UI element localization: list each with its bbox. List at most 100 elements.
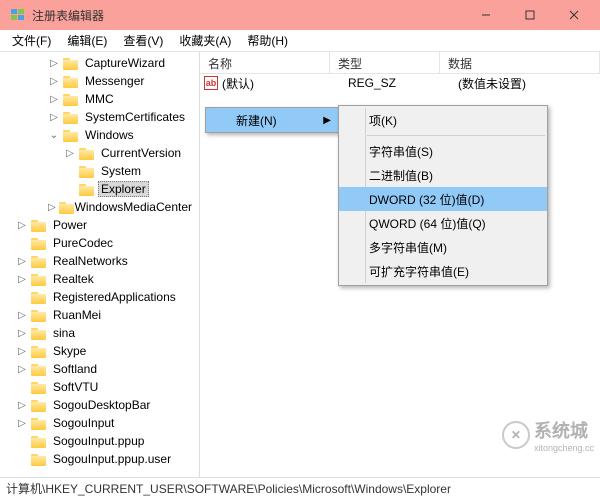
context-menu-label: 二进制值(B) — [369, 167, 433, 184]
tree-item-label: SogouInput.ppup — [50, 434, 147, 448]
menu-favorites[interactable]: 收藏夹(A) — [171, 30, 239, 51]
tree-item[interactable]: ⌄Windows — [0, 126, 199, 144]
tree-item-label: Messenger — [82, 74, 147, 88]
menu-view[interactable]: 查看(V) — [115, 30, 171, 51]
folder-icon — [79, 147, 95, 160]
tree-item-label: RuanMei — [50, 308, 104, 322]
value-name: (默认) — [222, 75, 344, 92]
menubar: 文件(F) 编辑(E) 查看(V) 收藏夹(A) 帮助(H) — [0, 30, 600, 52]
tree-item[interactable]: ▷ CaptureWizard — [0, 54, 199, 72]
tree-item-label: Realtek — [50, 272, 97, 286]
context-menu-label: 可扩充字符串值(E) — [369, 263, 469, 280]
tree-item[interactable]: RegisteredApplications — [0, 288, 199, 306]
tree-expander-icon[interactable]: ▷ — [16, 418, 28, 429]
context-menu-item[interactable]: 项(K) — [339, 108, 547, 132]
tree-expander-icon[interactable]: ▷ — [48, 112, 60, 123]
tree-item-label: Explorer — [98, 181, 149, 197]
tree-item[interactable]: ▷ SogouInput — [0, 414, 199, 432]
context-menu-primary: 新建(N) ▶ — [205, 107, 340, 133]
tree-expander-icon[interactable]: ▷ — [16, 256, 28, 267]
tree-expander-icon[interactable]: ▷ — [48, 202, 56, 213]
menu-file[interactable]: 文件(F) — [4, 30, 59, 51]
list-row[interactable]: ab (默认) REG_SZ (数值未设置) — [200, 74, 600, 92]
tree-item[interactable]: ▷ Realtek — [0, 270, 199, 288]
tree-item[interactable]: ▷sina — [0, 324, 199, 342]
tree-item[interactable]: SoftVTU — [0, 378, 199, 396]
tree-item[interactable]: ▷SogouDesktopBar — [0, 396, 199, 414]
tree-item-label: SoftVTU — [50, 380, 101, 394]
folder-icon — [79, 183, 95, 196]
tree-item[interactable]: ▷ MMC — [0, 90, 199, 108]
menu-help[interactable]: 帮助(H) — [239, 30, 296, 51]
tree-item[interactable]: ▷ Softland — [0, 360, 199, 378]
tree-item-label: RegisteredApplications — [50, 290, 179, 304]
statusbar: 计算机\HKEY_CURRENT_USER\SOFTWARE\Policies\… — [0, 477, 600, 499]
tree-expander-icon[interactable]: ▷ — [48, 76, 60, 87]
tree-item-label: SogouInput — [50, 416, 117, 430]
tree-item[interactable]: ▷RealNetworks — [0, 252, 199, 270]
list-pane: 名称 类型 数据 ab (默认) REG_SZ (数值未设置) 新建(N) ▶ … — [200, 52, 600, 477]
tree-item[interactable]: ▷ SystemCertificates — [0, 108, 199, 126]
folder-icon — [31, 381, 47, 394]
tree-expander-icon[interactable]: ▷ — [16, 364, 28, 375]
tree-item[interactable]: ▷ Power — [0, 216, 199, 234]
tree-item-label: MMC — [82, 92, 117, 106]
tree-item[interactable]: System — [0, 162, 199, 180]
folder-icon — [79, 165, 95, 178]
tree-expander-icon[interactable]: ▷ — [16, 328, 28, 339]
tree-item-label: Skype — [50, 344, 89, 358]
folder-icon — [31, 237, 47, 250]
context-menu-label: 多字符串值(M) — [369, 239, 447, 256]
folder-icon — [31, 453, 47, 466]
tree-expander-icon[interactable]: ▷ — [48, 58, 60, 69]
tree-item-label: Power — [50, 218, 90, 232]
context-menu-item[interactable]: 二进制值(B) — [339, 163, 547, 187]
tree-expander-icon[interactable]: ▷ — [16, 220, 28, 231]
tree-item-label: Softland — [50, 362, 100, 376]
column-header-data[interactable]: 数据 — [440, 52, 600, 73]
folder-icon — [31, 255, 47, 268]
context-menu-item[interactable]: 多字符串值(M) — [339, 235, 547, 259]
tree-item[interactable]: ▷ Messenger — [0, 72, 199, 90]
tree-item[interactable]: ▷CurrentVersion — [0, 144, 199, 162]
tree-item[interactable]: ▷ Skype — [0, 342, 199, 360]
tree-item[interactable]: ▷ RuanMei — [0, 306, 199, 324]
tree-pane[interactable]: ▷ CaptureWizard ▷ Messenger ▷ MMC ▷ SystemCerti… — [0, 52, 200, 477]
column-header-type[interactable]: 类型 — [330, 52, 440, 73]
maximize-button[interactable] — [508, 0, 552, 30]
context-menu-item[interactable]: QWORD (64 位)值(Q) — [339, 211, 547, 235]
context-menu-item[interactable]: 字符串值(S) — [339, 139, 547, 163]
close-button[interactable] — [552, 0, 596, 30]
folder-icon — [63, 93, 79, 106]
folder-icon — [31, 363, 47, 376]
tree-item-label: CaptureWizard — [82, 56, 168, 70]
submenu-arrow-icon: ▶ — [323, 115, 331, 126]
tree-item-label: SystemCertificates — [82, 110, 188, 124]
context-menu-item[interactable]: DWORD (32 位)值(D) — [339, 187, 547, 211]
tree-expander-icon[interactable]: ⌄ — [48, 130, 60, 141]
tree-item[interactable]: ▷WindowsMediaCenter — [0, 198, 199, 216]
tree-expander-icon[interactable]: ▷ — [16, 274, 28, 285]
tree-expander-icon[interactable]: ▷ — [48, 94, 60, 105]
tree-expander-icon[interactable]: ▷ — [64, 148, 76, 159]
context-menu-item-new[interactable]: 新建(N) ▶ — [206, 108, 339, 132]
context-menu-label: 字符串值(S) — [369, 143, 433, 160]
tree-expander-icon[interactable]: ▷ — [16, 310, 28, 321]
column-header-name[interactable]: 名称 — [200, 52, 330, 73]
tree-item[interactable]: PureCodec — [0, 234, 199, 252]
context-menu-item[interactable]: 可扩充字符串值(E) — [339, 259, 547, 283]
folder-icon — [31, 417, 47, 430]
tree-item-label: System — [98, 164, 144, 178]
string-value-icon: ab — [204, 76, 218, 90]
titlebar: 注册表编辑器 — [0, 0, 600, 30]
folder-icon — [31, 327, 47, 340]
tree-item[interactable]: SogouInput.ppup.user — [0, 450, 199, 468]
menu-edit[interactable]: 编辑(E) — [59, 30, 115, 51]
tree-item[interactable]: Explorer — [0, 180, 199, 198]
watermark-text: 系统城 — [534, 417, 594, 443]
folder-icon — [31, 291, 47, 304]
minimize-button[interactable] — [464, 0, 508, 30]
tree-item[interactable]: SogouInput.ppup — [0, 432, 199, 450]
tree-expander-icon[interactable]: ▷ — [16, 400, 28, 411]
tree-expander-icon[interactable]: ▷ — [16, 346, 28, 357]
